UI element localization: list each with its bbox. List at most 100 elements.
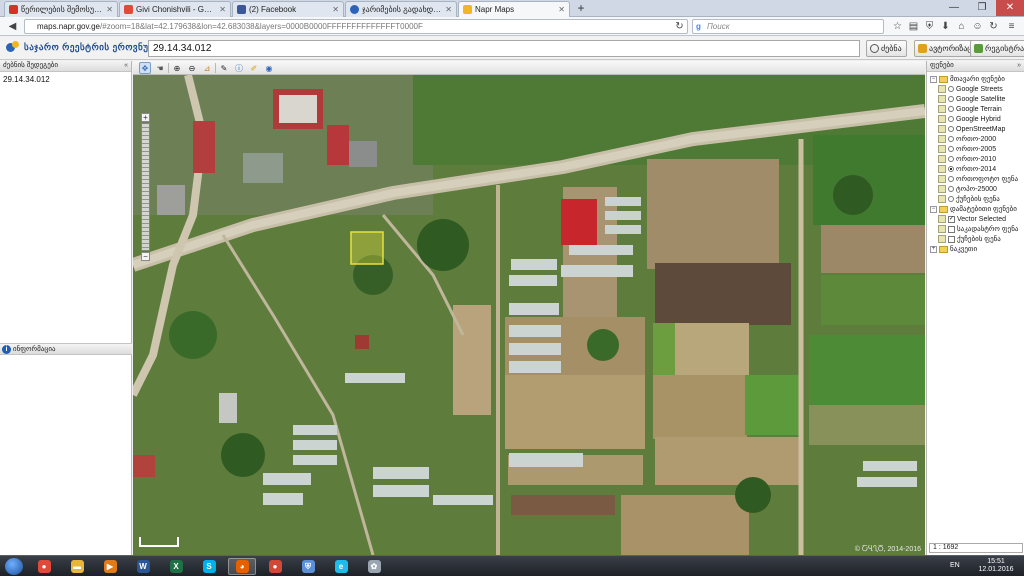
expand-toggle-icon[interactable]: + [930,245,937,253]
layer-radio[interactable] [948,86,954,92]
bookmark-star-icon[interactable]: ☆ [890,19,905,34]
layer-item[interactable]: ორთო-2014 [930,164,1024,174]
layer-radio[interactable] [948,156,954,162]
layer-item[interactable]: ქუჩების ფენა [930,194,1024,204]
layer-radio[interactable] [948,96,954,102]
layer-radio[interactable] [948,196,954,202]
expand-toggle-icon[interactable]: − [930,75,937,83]
layer-checkbox[interactable] [948,235,955,243]
layer-item[interactable]: ✓ Vector Selected [930,214,1024,224]
layer-item[interactable]: OpenStreetMap [930,124,1024,134]
language-indicator[interactable]: EN [950,562,960,569]
layer-checkbox[interactable]: ✓ [948,215,955,223]
cadastral-search-input[interactable]: 29.14.34.012 [148,40,860,57]
back-button[interactable]: ◀ [5,19,20,34]
search-button[interactable]: ძებნა [866,40,907,57]
sync-icon[interactable]: ↻ [986,19,1001,34]
download-icon[interactable]: ⬇ [938,19,953,34]
minimize-button[interactable]: — [940,0,968,16]
chrome-app-button[interactable]: ● [30,558,58,575]
info-tool-button[interactable]: ⓘ [233,62,245,74]
layer-item[interactable]: ტოპო-25000 [930,184,1024,194]
layer-icon [938,215,946,223]
hand-tool-button[interactable]: ☚ [154,62,166,74]
layer-group[interactable]: + ნაკვეთი [930,244,1024,254]
close-icon[interactable]: ✕ [106,5,113,14]
reader-icon[interactable]: ▤ [906,19,921,34]
layer-item[interactable]: Google Satellite [930,94,1024,104]
zoom-slider[interactable]: + − [141,113,150,263]
explorer-app-button[interactable]: ▬ [63,558,91,575]
zoom-track[interactable] [141,123,150,251]
close-icon[interactable]: ✕ [219,5,226,14]
layer-checkbox[interactable] [948,225,955,233]
layer-radio[interactable] [948,186,954,192]
info-panel-header[interactable]: i ინფორმაცია [0,343,132,355]
zoom-in-tool-button[interactable]: ⊕ [171,62,183,74]
media-app-button[interactable]: ▶ [96,558,124,575]
system-clock[interactable]: 15:51 12.01.2016 [976,558,1016,574]
collapse-right-button[interactable]: » [1017,61,1021,71]
layer-item[interactable]: ორთო-2010 [930,154,1024,164]
layer-item[interactable]: ქუჩების ფენა [930,234,1024,244]
tab-facebook[interactable]: (2) Facebook ✕ [232,1,344,17]
layer-item[interactable]: Google Streets [930,84,1024,94]
menu-icon[interactable]: ≡ [1004,19,1019,34]
maximize-button[interactable]: ❐ [968,0,996,16]
tab-fines[interactable]: ჯარიმების გადახდა და ... ✕ [345,1,457,17]
start-button[interactable] [5,558,23,575]
highlight-tool-button[interactable]: ✐ [248,62,260,74]
measure-tool-button[interactable]: ⊿ [201,62,213,74]
layer-item[interactable]: ორთოფოტო ფენა [930,174,1024,184]
layer-radio[interactable] [948,136,954,142]
layer-radio[interactable] [948,146,954,152]
layer-item[interactable]: ორთო-2000 [930,134,1024,144]
skype-app-button[interactable]: S [195,558,223,575]
globe-tool-button[interactable]: ◉ [263,62,275,74]
register-button[interactable]: რეგისტრაცია [970,40,1024,57]
tab-gmail[interactable]: წერილების შემოსულები... ✕ [4,1,118,17]
chrome-app-2-button[interactable]: ● [261,558,289,575]
layer-group[interactable]: − დამატებითი ფენები [930,204,1024,214]
excel-app-button[interactable]: X [162,558,190,575]
browser-search-input[interactable]: g Поиск [692,19,884,34]
new-tab-button[interactable]: + [574,2,588,16]
zoom-plus-button[interactable]: + [141,113,150,122]
result-item[interactable]: 29.14.34.012 [0,72,131,84]
chat-icon[interactable]: ☺ [970,19,985,34]
word-app-button[interactable]: W [129,558,157,575]
zoom-minus-button[interactable]: − [141,252,150,261]
layer-radio[interactable] [948,116,954,122]
close-window-button[interactable]: ✕ [996,0,1024,16]
layer-item[interactable]: Google Terrain [930,104,1024,114]
close-icon[interactable]: ✕ [445,5,452,14]
tab-napr-maps[interactable]: Napr Maps ✕ [458,1,570,17]
layer-radio[interactable] [948,126,954,132]
layer-group[interactable]: − მთავარი ფენები [930,74,1024,84]
url-bar[interactable]: maps.napr.gov.ge/#zoom=18&lat=42.179638&… [24,19,688,34]
home-icon[interactable]: ⌂ [954,19,969,34]
layer-radio[interactable] [948,176,954,182]
shield-app-button[interactable]: ⛨ [294,558,322,575]
napr-logo[interactable]: საჯარო რეესტრის ეროვნული [6,41,164,53]
expand-toggle-icon[interactable]: − [930,205,937,213]
layer-item[interactable]: საკადასტრო ფენა [930,224,1024,234]
firefox-app-button[interactable]: ◕ [228,558,256,575]
tab-google-plus[interactable]: Givi Chonishvili - Google+ ✕ [119,1,231,17]
close-icon[interactable]: ✕ [332,5,339,14]
ie-app-button[interactable]: e [327,558,355,575]
pan-tool-button[interactable]: ✥ [139,62,151,74]
shield-icon[interactable]: ⛨ [922,19,937,34]
layer-radio[interactable] [948,106,954,112]
layer-item[interactable]: ორთო-2005 [930,144,1024,154]
draw-tool-button[interactable]: ✎ [218,62,230,74]
layer-item[interactable]: Google Hybrid [930,114,1024,124]
close-icon[interactable]: ✕ [558,5,565,14]
scale-input[interactable]: 1 : 1692 [929,543,1023,553]
map-canvas[interactable]: + − © ႠႡႢႣ, 2014-2016 [133,75,925,555]
zoom-out-tool-button[interactable]: ⊖ [186,62,198,74]
reload-icon[interactable]: ↻ [672,19,687,34]
paint-app-button[interactable]: ✿ [360,558,388,575]
layer-radio[interactable] [948,166,954,172]
collapse-left-button[interactable]: « [124,61,128,71]
